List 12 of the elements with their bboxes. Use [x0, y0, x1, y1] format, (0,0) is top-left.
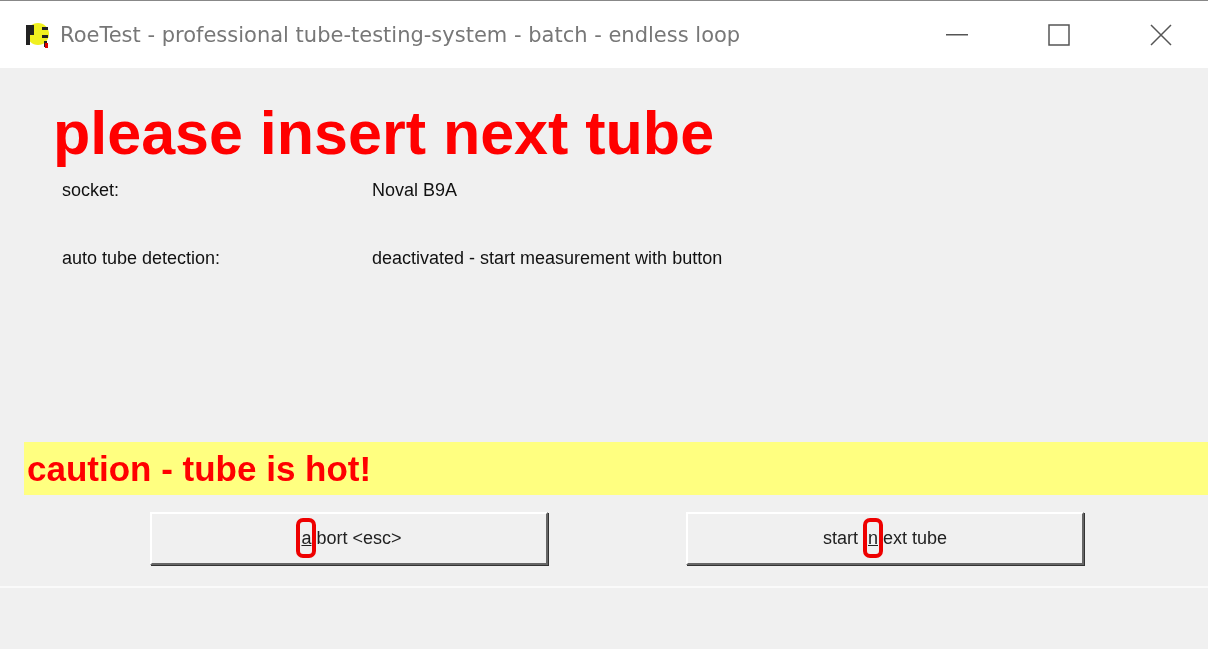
dialog-button[interactable]: a bort <esc>	[150, 512, 548, 565]
window-title: RoeTest - professional tube-testing-system - batch - endless loop	[60, 22, 742, 47]
close-icon	[1150, 23, 1172, 46]
field-value: deactivated - start measurement with button	[372, 248, 723, 268]
maximize-icon	[1048, 23, 1070, 46]
minimize-icon	[946, 33, 968, 36]
warning-banner: caution - tube is hot!	[24, 442, 1208, 495]
field-value: Noval B9A	[372, 180, 458, 200]
field-label: socket:	[62, 180, 121, 200]
dialog-button[interactable]: start n ext tube	[686, 512, 1084, 565]
prompt-heading: please insert next tube	[53, 98, 716, 168]
field-label: auto tube detection:	[62, 248, 222, 268]
